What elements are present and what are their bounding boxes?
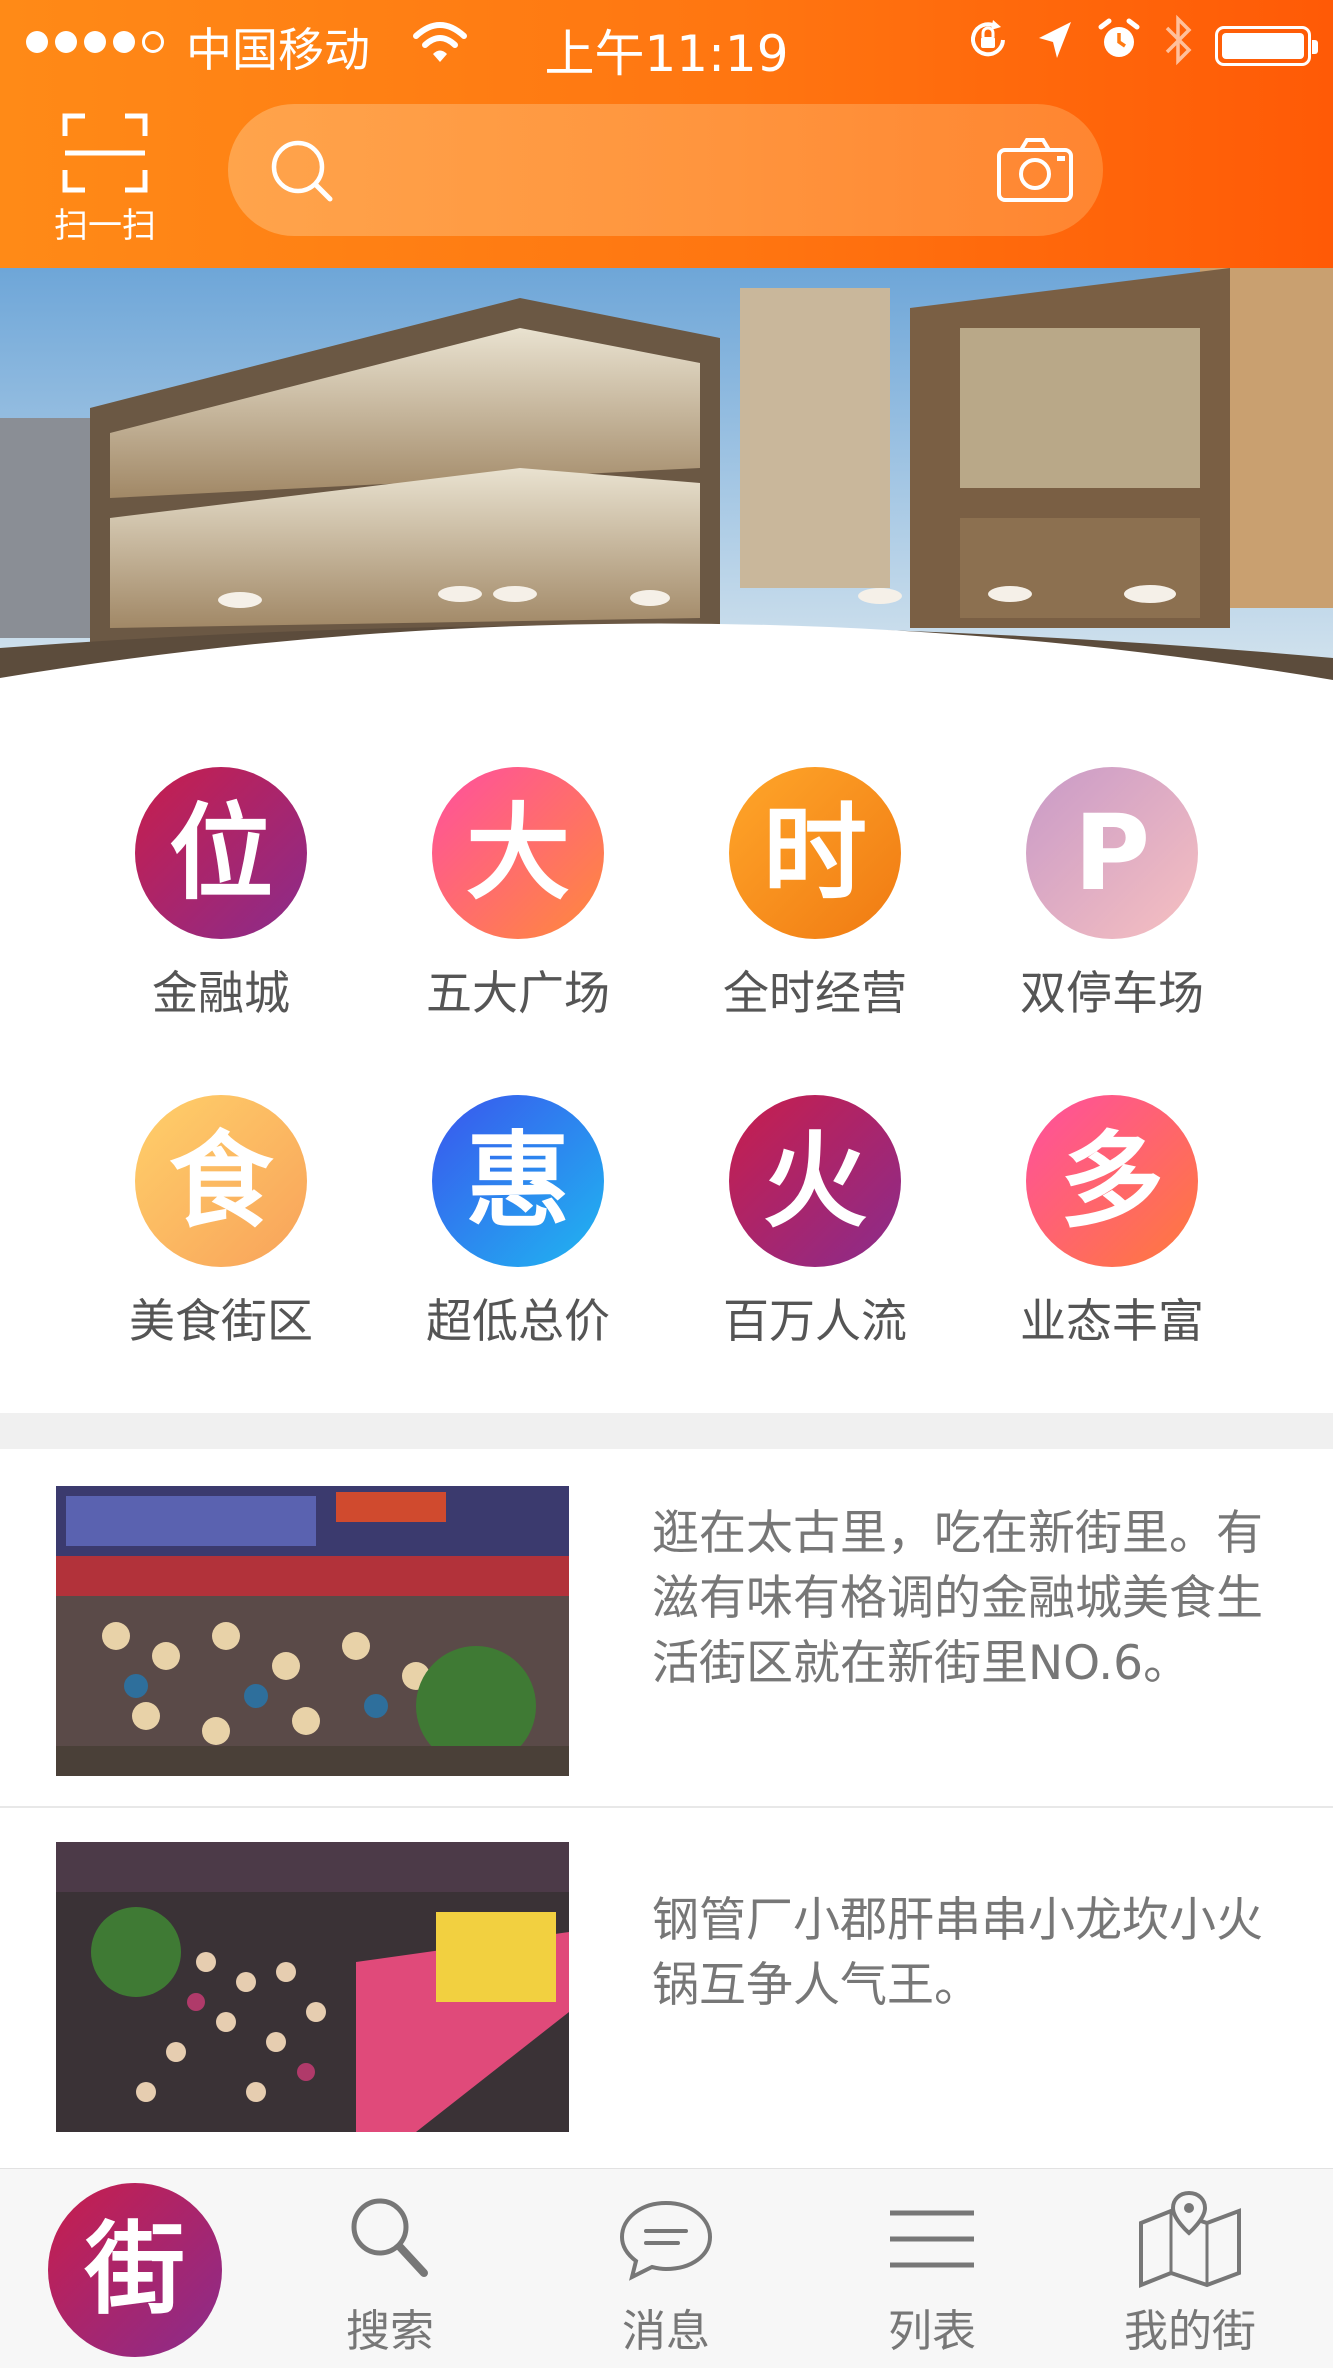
search-input[interactable] bbox=[228, 104, 1103, 236]
category-all-hours[interactable]: 时 全时经营 bbox=[665, 767, 965, 1023]
scan-button[interactable]: 扫一扫 bbox=[30, 104, 180, 254]
article-item[interactable]: 逛在太古里，吃在新街里。有滋有味有格调的金融城美食生活街区就在新街里NO.6。 bbox=[0, 1449, 1333, 1806]
category-low-price[interactable]: 惠 超低总价 bbox=[368, 1095, 668, 1351]
tab-search[interactable]: 搜索 bbox=[290, 2189, 490, 2359]
battery-icon bbox=[1215, 25, 1318, 66]
camera-icon[interactable] bbox=[995, 134, 1075, 208]
tab-label: 消息 bbox=[622, 2306, 710, 2357]
tab-label: 搜索 bbox=[346, 2306, 434, 2357]
category-label: 全时经营 bbox=[723, 966, 907, 1020]
search-icon bbox=[268, 137, 338, 211]
article-text: 逛在太古里，吃在新街里。有滋有味有格调的金融城美食生活街区就在新街里NO.6。 bbox=[652, 1506, 1263, 1691]
category-icon: 位 bbox=[135, 767, 307, 939]
tab-label: 我的街 bbox=[1124, 2306, 1256, 2357]
category-grid: 位 金融城 大 五大广场 时 全时经营 P 双停车场 食 美食街区 惠 超低总价… bbox=[0, 693, 1333, 1413]
search-icon bbox=[351, 2198, 428, 2277]
map-icon bbox=[1139, 2190, 1241, 2288]
category-label: 百万人流 bbox=[723, 1294, 907, 1348]
scan-label: 扫一扫 bbox=[54, 206, 156, 246]
bluetooth-icon bbox=[1163, 14, 1193, 77]
mall-building-image bbox=[0, 268, 1333, 693]
status-bar: 中国移动 上午11:19 bbox=[0, 0, 1333, 84]
alarm-icon bbox=[1097, 17, 1141, 74]
section-divider bbox=[0, 1413, 1333, 1449]
category-icon: 时 bbox=[729, 767, 901, 939]
article-thumbnail bbox=[56, 1486, 569, 1776]
bottom-tab-bar: 街 搜索 消息 列表 我的街 bbox=[0, 2168, 1333, 2368]
article-text: 钢管厂小郡肝串串小龙坎小火锅互争人气王。 bbox=[652, 1893, 1263, 2013]
category-foot-traffic[interactable]: 火 百万人流 bbox=[665, 1095, 965, 1351]
category-rich-business[interactable]: 多 业态丰富 bbox=[962, 1095, 1262, 1351]
tab-home-street[interactable]: 街 bbox=[48, 2183, 222, 2357]
orientation-lock-icon bbox=[963, 15, 1013, 76]
category-parking[interactable]: P 双停车场 bbox=[962, 767, 1262, 1023]
category-label: 双停车场 bbox=[1020, 966, 1204, 1020]
article-item[interactable]: 钢管厂小郡肝串串小龙坎小火锅互争人气王。 bbox=[0, 1808, 1333, 2168]
category-label: 五大广场 bbox=[426, 966, 610, 1020]
app-header: 中国移动 上午11:19 扫一扫 bbox=[0, 0, 1333, 268]
tab-messages[interactable]: 消息 bbox=[566, 2189, 766, 2359]
category-label: 超低总价 bbox=[426, 1294, 610, 1348]
category-icon: P bbox=[1026, 767, 1198, 939]
category-label: 金融城 bbox=[152, 966, 290, 1020]
scan-icon bbox=[62, 113, 148, 193]
promo-banner[interactable] bbox=[0, 268, 1333, 693]
category-icon: 食 bbox=[135, 1095, 307, 1267]
category-label: 美食街区 bbox=[129, 1294, 313, 1348]
category-icon: 惠 bbox=[432, 1095, 604, 1267]
tab-list[interactable]: 列表 bbox=[832, 2189, 1032, 2359]
article-thumbnail bbox=[56, 1842, 569, 2132]
category-icon: 多 bbox=[1026, 1095, 1198, 1267]
category-five-plazas[interactable]: 大 五大广场 bbox=[368, 767, 668, 1023]
message-icon bbox=[619, 2200, 713, 2281]
category-financial-city[interactable]: 位 金融城 bbox=[71, 767, 371, 1023]
location-arrow-icon bbox=[1035, 18, 1075, 73]
category-food-street[interactable]: 食 美食街区 bbox=[71, 1095, 371, 1351]
category-icon: 火 bbox=[729, 1095, 901, 1267]
category-label: 业态丰富 bbox=[1020, 1294, 1204, 1348]
tab-label: 列表 bbox=[888, 2306, 976, 2357]
category-icon: 大 bbox=[432, 767, 604, 939]
tab-my-street[interactable]: 我的街 bbox=[1090, 2189, 1290, 2359]
list-icon bbox=[890, 2210, 974, 2268]
